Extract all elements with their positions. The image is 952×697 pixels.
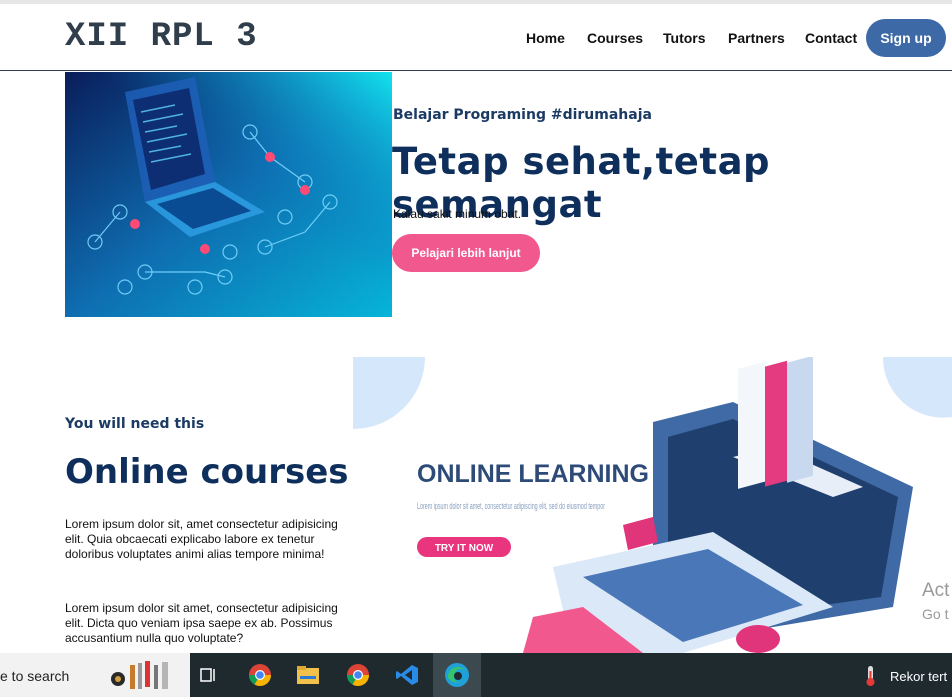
activate-windows-subtitle: Go t [922, 606, 949, 622]
signup-button[interactable]: Sign up [866, 19, 946, 57]
navbar: XII RPL 3 Home Courses Tutors Partners C… [0, 4, 952, 71]
online-learning-illustration: ONLINE LEARNING Lorem ipsum dolor sit am… [353, 357, 952, 653]
hero-text: Kalau sakit minum obat. [393, 207, 522, 221]
nav-partners[interactable]: Partners [728, 30, 785, 46]
learn-more-button[interactable]: Pelajari lebih lanjut [392, 234, 540, 272]
courses-paragraph-2: Lorem ipsum dolor sit amet, consectetur … [65, 601, 338, 645]
taskbar-search-box[interactable]: e to search [0, 653, 190, 697]
courses-subtitle: You will need this [65, 416, 205, 432]
windows-taskbar: e to search Rekor tert [0, 653, 952, 697]
nav-home[interactable]: Home [526, 30, 565, 46]
hero-laptop-illustration [65, 72, 392, 317]
nav-tutors[interactable]: Tutors [663, 30, 706, 46]
tools-icon [108, 659, 178, 691]
courses-paragraph-1: Lorem ipsum dolor sit, amet consectetur … [65, 517, 338, 561]
illustration-heading: ONLINE LEARNING [417, 460, 649, 488]
illustration-body: Lorem ipsum dolor sit amet, consectetur … [417, 501, 605, 511]
nav-courses[interactable]: Courses [587, 30, 643, 46]
weather-text[interactable]: Rekor tert [890, 669, 947, 684]
chrome-icon[interactable] [244, 660, 276, 690]
task-view-icon[interactable] [193, 660, 225, 690]
vscode-icon[interactable] [391, 660, 423, 690]
file-explorer-icon[interactable] [292, 660, 324, 690]
activate-windows-title: Act [922, 580, 950, 601]
brand-logo[interactable]: XII RPL 3 [65, 18, 258, 56]
thermometer-icon [862, 665, 880, 687]
search-placeholder: e to search [0, 668, 70, 684]
nav-contact[interactable]: Contact [805, 30, 857, 46]
hero-subtitle: Belajar Programing #dirumahaja [393, 107, 652, 123]
edge-icon[interactable] [441, 660, 473, 690]
courses-title: Online courses [65, 452, 349, 492]
try-it-now-label: TRY IT NOW [435, 543, 494, 554]
chrome-icon[interactable] [342, 660, 374, 690]
